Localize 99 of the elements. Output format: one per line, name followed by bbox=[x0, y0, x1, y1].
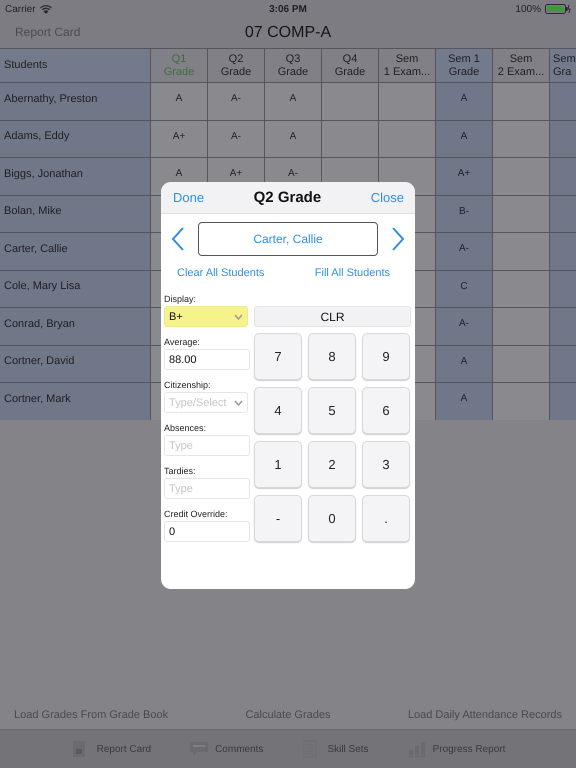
chevron-right-icon bbox=[391, 227, 405, 251]
grade-cell[interactable]: A bbox=[151, 83, 207, 120]
caret-icon bbox=[234, 314, 243, 320]
field-label: Credit Override: bbox=[164, 508, 229, 521]
table-cell[interactable] bbox=[379, 83, 435, 120]
grade-cell[interactable]: A+ bbox=[436, 158, 492, 194]
keypad-key[interactable]: . bbox=[362, 495, 410, 542]
table-cell[interactable] bbox=[493, 120, 549, 157]
page-title: 07 COMP-A bbox=[244, 24, 332, 42]
input-field[interactable]: Type bbox=[164, 478, 250, 499]
battery-label: 100% bbox=[515, 4, 541, 14]
action-link[interactable]: Load Grades From Grade Book bbox=[14, 709, 168, 721]
student-name[interactable]: Conrad, Bryan bbox=[0, 308, 150, 344]
keypad-key[interactable]: - bbox=[254, 495, 302, 542]
keypad-key[interactable]: 7 bbox=[254, 333, 302, 380]
table-cell[interactable] bbox=[493, 83, 549, 120]
column-header[interactable]: Sem 1 Exam... bbox=[379, 49, 435, 82]
grade-cell[interactable]: A bbox=[265, 83, 321, 120]
field-label: Display: bbox=[164, 293, 198, 306]
column-header[interactable]: Students bbox=[0, 49, 150, 82]
table-cell[interactable] bbox=[493, 233, 549, 270]
student-field[interactable]: Carter, Callie bbox=[198, 222, 378, 256]
table-cell[interactable] bbox=[493, 308, 549, 344]
column-header[interactable]: Q4 Grade bbox=[322, 49, 378, 82]
grade-cell[interactable]: A- bbox=[436, 233, 492, 270]
chevron-left-icon bbox=[171, 227, 185, 251]
input-field[interactable]: 0 bbox=[164, 521, 250, 542]
table-cell[interactable] bbox=[550, 196, 576, 232]
grade-cell[interactable]: B- bbox=[436, 196, 492, 232]
tab-item[interactable]: Skill Sets bbox=[327, 744, 369, 754]
student-name[interactable]: Biggs, Jonathan bbox=[0, 158, 150, 194]
tab-item[interactable]: Progress Report bbox=[432, 744, 506, 754]
table-cell[interactable] bbox=[322, 83, 378, 120]
table-cell[interactable] bbox=[550, 233, 576, 270]
field-label: Absences: bbox=[164, 422, 208, 435]
student-name[interactable]: Cortner, David bbox=[0, 346, 150, 382]
grade-cell[interactable]: A bbox=[436, 83, 492, 120]
student-name[interactable]: Abernathy, Preston bbox=[0, 83, 150, 120]
keypad-key[interactable]: 8 bbox=[308, 333, 356, 380]
input-field[interactable]: Type bbox=[164, 435, 250, 456]
fill-all-link[interactable]: Fill All Students bbox=[314, 267, 390, 284]
action-link[interactable]: Calculate Grades bbox=[245, 709, 330, 721]
field-label: Citizenship: bbox=[164, 379, 212, 392]
table-cell[interactable] bbox=[550, 346, 576, 382]
grade-cell[interactable]: A bbox=[436, 120, 492, 157]
clear-all-link[interactable]: Clear All Students bbox=[177, 267, 264, 284]
keypad-key[interactable]: 6 bbox=[362, 387, 410, 434]
table-cell[interactable] bbox=[550, 120, 576, 157]
grade-cell[interactable]: A bbox=[436, 383, 492, 420]
field-label: Average: bbox=[164, 336, 201, 349]
keypad-key[interactable]: 2 bbox=[308, 441, 356, 488]
dropdown-field[interactable]: B+ bbox=[164, 306, 248, 327]
table-cell[interactable] bbox=[550, 83, 576, 120]
input-field[interactable]: 88.00 bbox=[164, 349, 250, 370]
grade-cell[interactable]: A+ bbox=[151, 120, 207, 157]
close-button[interactable]: Close bbox=[370, 190, 404, 205]
table-cell[interactable] bbox=[550, 158, 576, 194]
student-name[interactable]: Bolan, Mike bbox=[0, 196, 150, 232]
table-cell[interactable] bbox=[550, 270, 576, 307]
keypad-key[interactable]: 5 bbox=[308, 387, 356, 434]
column-header[interactable]: Sem 2 Exam... bbox=[493, 49, 549, 82]
tab-item[interactable]: Comments bbox=[215, 744, 264, 754]
student-name[interactable]: Adams, Eddy bbox=[0, 120, 150, 157]
column-header[interactable]: Q2 Grade bbox=[208, 49, 264, 82]
table-cell[interactable] bbox=[379, 120, 435, 157]
student-name[interactable]: Cole, Mary Lisa bbox=[0, 270, 150, 307]
grade-cell[interactable]: A- bbox=[208, 120, 264, 157]
clear-key[interactable]: CLR bbox=[254, 306, 411, 327]
carrier-label: Carrier bbox=[5, 4, 36, 14]
grade-cell[interactable]: A- bbox=[436, 308, 492, 344]
grade-cell[interactable]: A- bbox=[208, 83, 264, 120]
keypad-key[interactable]: 1 bbox=[254, 441, 302, 488]
keypad-key[interactable]: 3 bbox=[362, 441, 410, 488]
column-header[interactable]: Sem 1 Grade bbox=[436, 49, 492, 82]
keypad-key[interactable]: 0 bbox=[308, 495, 356, 542]
table-cell[interactable] bbox=[493, 158, 549, 194]
wifi-icon bbox=[40, 4, 52, 14]
action-link[interactable]: Load Daily Attendance Records bbox=[408, 709, 562, 721]
student-name[interactable]: Cortner, Mark bbox=[0, 383, 150, 420]
table-cell[interactable] bbox=[322, 120, 378, 157]
grade-cell[interactable]: A bbox=[436, 346, 492, 382]
tab-item[interactable]: Report Card bbox=[96, 744, 152, 754]
column-header[interactable]: Sem Gra bbox=[550, 49, 576, 82]
table-cell[interactable] bbox=[550, 308, 576, 344]
field-label: Tardies: bbox=[164, 465, 197, 478]
student-name[interactable]: Carter, Callie bbox=[0, 233, 150, 270]
keypad-key[interactable]: 9 bbox=[362, 333, 410, 380]
column-header[interactable]: Q3 Grade bbox=[265, 49, 321, 82]
grade-cell[interactable]: C bbox=[436, 270, 492, 307]
caret-icon bbox=[234, 400, 243, 406]
table-cell[interactable] bbox=[493, 383, 549, 420]
table-cell[interactable] bbox=[550, 383, 576, 420]
keypad-key[interactable]: 4 bbox=[254, 387, 302, 434]
table-cell[interactable] bbox=[493, 196, 549, 232]
table-cell[interactable] bbox=[493, 346, 549, 382]
battery-icon bbox=[544, 4, 571, 14]
grade-cell[interactable]: A bbox=[265, 120, 321, 157]
status-time: 3:06 PM bbox=[269, 4, 307, 14]
table-cell[interactable] bbox=[493, 270, 549, 307]
